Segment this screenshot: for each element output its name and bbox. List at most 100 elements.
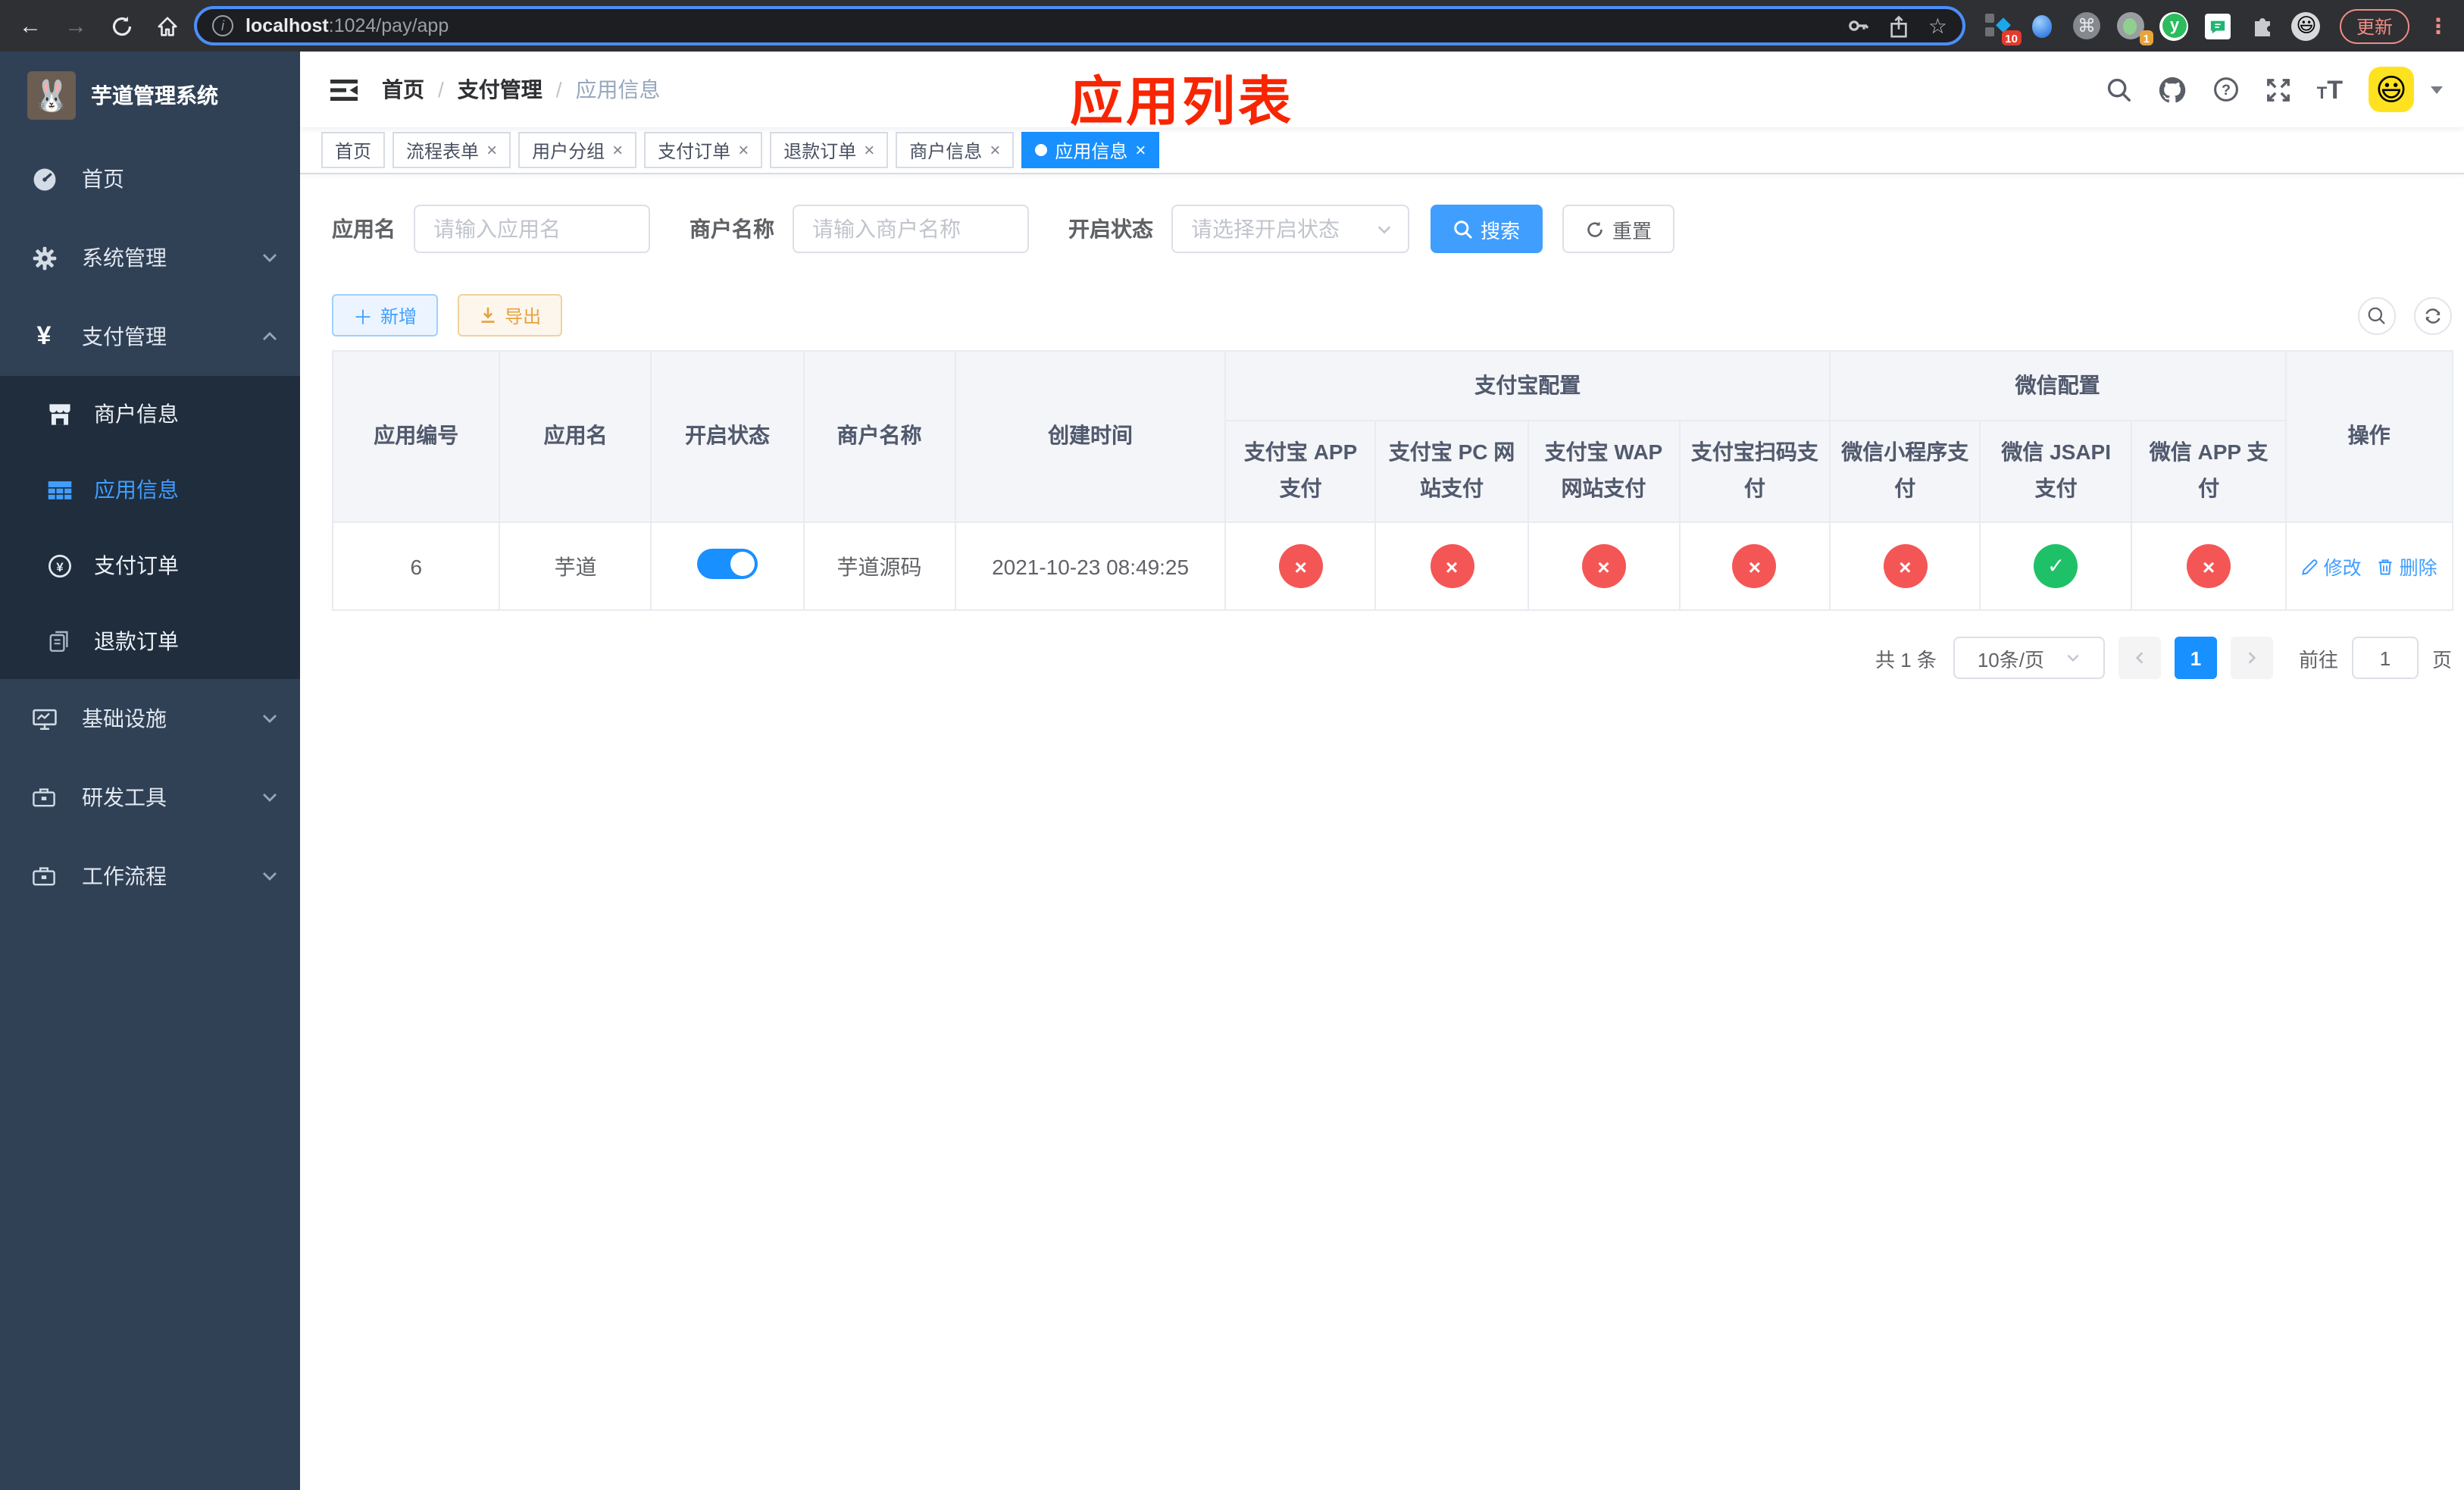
add-button[interactable]: ＋ 新增 xyxy=(332,294,439,337)
extension-puzzle-icon[interactable] xyxy=(2247,11,2278,41)
tag-process-form[interactable]: 流程表单 × xyxy=(392,132,511,168)
bookmark-star-icon[interactable]: ☆ xyxy=(1928,13,1947,39)
cell-merchant: 芋道源码 xyxy=(802,521,956,611)
goto-page-input[interactable] xyxy=(2351,637,2419,679)
tag-home[interactable]: 首页 xyxy=(321,132,386,168)
total-count: 共 1 条 xyxy=(1875,648,1937,671)
browser-forward-button[interactable]: → xyxy=(58,8,94,44)
search-button[interactable]: 搜索 xyxy=(1431,205,1543,253)
site-info-icon[interactable]: i xyxy=(212,15,233,36)
close-icon[interactable]: × xyxy=(864,141,874,159)
extension-emoji-icon[interactable]: 😃 xyxy=(2291,11,2322,41)
payment-submenu: 商户信息 应用信息 ¥ 支付订单 退款订单 xyxy=(0,376,300,679)
cell-app-name: 芋道 xyxy=(499,521,652,611)
app-table: 应用编号 应用名 开启状态 商户名称 创建时间 支付宝配置 微信配置 操作 支付… xyxy=(331,350,2454,611)
breadcrumb-home[interactable]: 首页 xyxy=(382,74,424,105)
sidebar-item-pay-order[interactable]: ¥ 支付订单 xyxy=(0,527,300,603)
wechat-mini-status-icon: × xyxy=(1883,544,1928,588)
reset-button[interactable]: 重置 xyxy=(1562,205,1675,253)
top-navbar: 首页 / 支付管理 / 应用信息 应用列表 ? TT 😃 xyxy=(300,52,2464,132)
header-search-icon[interactable] xyxy=(2106,77,2132,102)
extension-chat-icon[interactable] xyxy=(2203,11,2234,41)
sidebar-item-dev-tools[interactable]: 研发工具 xyxy=(0,758,300,837)
prev-page-button[interactable] xyxy=(2118,637,2161,679)
sidebar-item-workflow[interactable]: 工作流程 xyxy=(0,837,300,916)
refresh-icon xyxy=(2425,308,2441,323)
refresh-icon xyxy=(1587,221,1603,236)
status-label: 开启状态 xyxy=(1068,217,1153,241)
status-toggle[interactable] xyxy=(697,549,758,579)
col-actions: 操作 xyxy=(2284,350,2454,523)
col-alipay-qr: 支付宝扫码支付 xyxy=(1678,420,1831,523)
collapse-sidebar-icon[interactable] xyxy=(321,77,367,102)
tag-merchant-info[interactable]: 商户信息 × xyxy=(896,132,1015,168)
edit-link[interactable]: 修改 xyxy=(2301,552,2362,581)
close-icon[interactable]: × xyxy=(738,141,749,159)
toolbox-icon xyxy=(30,785,58,809)
next-page-button[interactable] xyxy=(2230,637,2273,679)
sidebar-item-home[interactable]: 首页 xyxy=(0,139,300,218)
close-icon[interactable]: × xyxy=(1135,141,1146,159)
close-icon[interactable]: × xyxy=(990,141,1000,159)
extension-area: ◆ 10 ⌘ 1 y 😃 xyxy=(1984,11,2322,45)
browser-back-button[interactable]: ← xyxy=(12,8,48,44)
browser-update-button[interactable]: 更新 xyxy=(2339,8,2409,43)
dashboard-icon xyxy=(30,166,58,192)
sidebar-item-system[interactable]: 系统管理 xyxy=(0,218,300,297)
refresh-table-button[interactable] xyxy=(2414,296,2452,334)
browser-home-button[interactable] xyxy=(149,8,185,44)
share-icon[interactable] xyxy=(1889,14,1910,37)
col-merchant: 商户名称 xyxy=(802,350,956,523)
col-wechat-app: 微信 APP 支付 xyxy=(2131,420,2287,523)
col-app-name: 应用名 xyxy=(499,350,652,523)
avatar-caret-icon[interactable] xyxy=(2431,86,2443,93)
github-icon[interactable] xyxy=(2158,75,2187,104)
tag-app-info[interactable]: 应用信息 × xyxy=(1021,132,1160,168)
page-annotation: 应用列表 xyxy=(1070,73,1295,132)
tags-view: 首页 流程表单 × 用户分组 × 支付订单 × 退款订单 × 商户信息 × 应用信息 × xyxy=(300,127,2464,174)
close-icon[interactable]: × xyxy=(486,141,497,159)
status-select[interactable]: 请选择开启状态 xyxy=(1171,205,1409,253)
table-toolbar: ＋ 新增 导出 xyxy=(332,294,2452,337)
col-status: 开启状态 xyxy=(650,350,805,523)
user-avatar[interactable]: 😃 xyxy=(2369,67,2414,112)
breadcrumb-payment[interactable]: 支付管理 xyxy=(458,74,543,105)
sidebar-item-infrastructure[interactable]: 基础设施 xyxy=(0,679,300,758)
toggle-search-button[interactable] xyxy=(2358,296,2396,334)
shop-icon xyxy=(45,401,73,427)
fullscreen-icon[interactable] xyxy=(2265,77,2291,102)
page-number-1[interactable]: 1 xyxy=(2174,637,2217,679)
close-icon[interactable]: × xyxy=(612,141,623,159)
chevron-right-icon xyxy=(2248,652,2256,664)
password-key-icon[interactable] xyxy=(1846,14,1871,38)
sidebar-item-merchant-info[interactable]: 商户信息 xyxy=(0,376,300,452)
extension-balloon-icon[interactable] xyxy=(2028,11,2058,41)
font-size-icon[interactable]: TT xyxy=(2317,77,2343,102)
filter-form: 应用名 商户名称 开启状态 请选择开启状态 搜索 重置 xyxy=(332,205,2452,253)
delete-link[interactable]: 删除 xyxy=(2377,552,2437,581)
page-size-select[interactable]: 10条/页 xyxy=(1953,637,2105,679)
address-bar[interactable]: i localhost:1024/pay/app ☆ xyxy=(194,6,1965,45)
browser-menu-icon[interactable]: ⋮ xyxy=(2428,13,2449,39)
sidebar-logo: 🐰 芋道管理系统 xyxy=(0,52,300,139)
sidebar-item-payment[interactable]: ¥ 支付管理 xyxy=(0,297,300,376)
extension-raindrop-icon[interactable]: ◆ 10 xyxy=(1984,11,2022,45)
extension-command-icon[interactable]: ⌘ xyxy=(2072,11,2102,41)
svg-text:¥: ¥ xyxy=(55,559,63,574)
export-button[interactable]: 导出 xyxy=(458,294,563,337)
tag-pay-order[interactable]: 支付订单 × xyxy=(644,132,763,168)
merchant-name-input[interactable] xyxy=(793,205,1029,253)
yen-circle-icon: ¥ xyxy=(45,552,73,578)
app-name-input[interactable] xyxy=(414,205,650,253)
extension-yuque-icon[interactable]: y xyxy=(2159,11,2190,41)
help-icon[interactable]: ? xyxy=(2212,76,2240,103)
sidebar-item-refund-order[interactable]: 退款订单 xyxy=(0,603,300,679)
sidebar-item-app-info[interactable]: 应用信息 xyxy=(0,452,300,527)
extension-recorder-icon[interactable]: 1 xyxy=(2115,11,2153,45)
alipay-app-status-icon: × xyxy=(1278,544,1323,588)
tag-user-group[interactable]: 用户分组 × xyxy=(518,132,637,168)
browser-reload-button[interactable] xyxy=(103,8,139,44)
col-wechat-mini: 微信小程序支付 xyxy=(1829,420,1981,523)
col-alipay-pc: 支付宝 PC 网站支付 xyxy=(1374,420,1529,523)
tag-refund-order[interactable]: 退款订单 × xyxy=(770,132,889,168)
